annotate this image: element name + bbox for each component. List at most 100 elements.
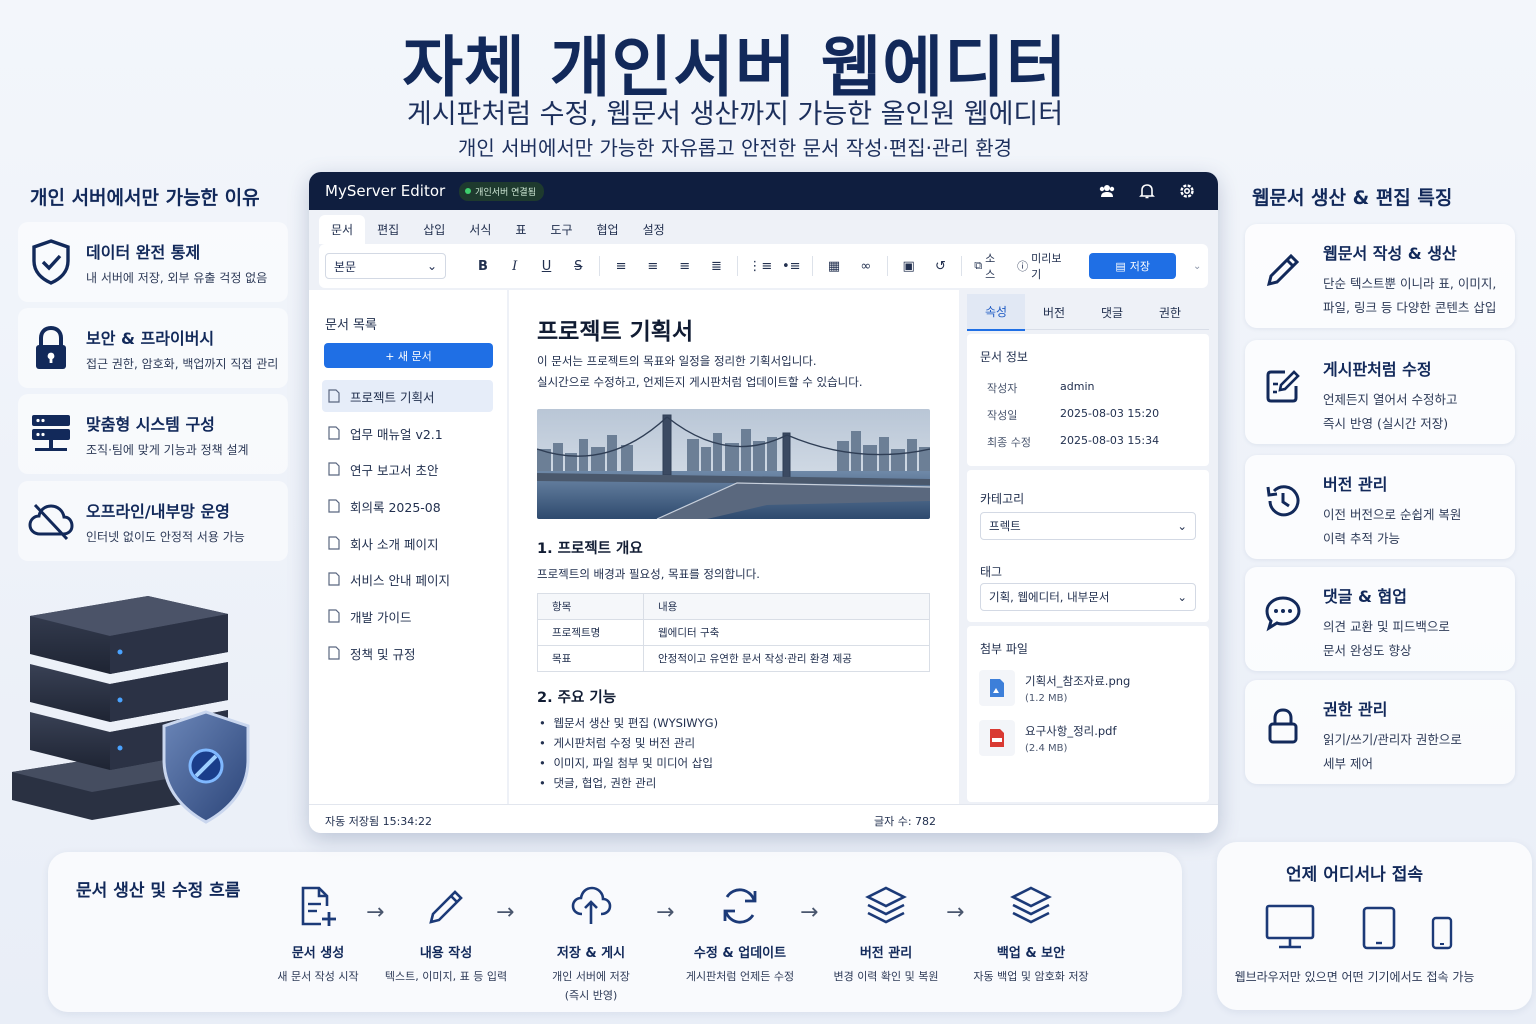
step-desc: 자동 백업 및 암호화 저장 bbox=[973, 970, 1089, 983]
reason-desc: 접근 권한, 암호화, 백업까지 직접 관리 bbox=[86, 356, 279, 371]
list-item: 웹문서 생산 및 편집 (WYSIWYG) bbox=[539, 713, 718, 733]
preview-button[interactable]: ⓘ 미리보기 bbox=[1017, 250, 1071, 282]
bell-icon[interactable] bbox=[1138, 182, 1156, 200]
editor-content-area[interactable]: 프로젝트 기획서 이 문서는 프로젝트의 목표와 일정을 정리한 기획서입니다.… bbox=[509, 290, 959, 804]
more-options-icon[interactable]: ⌄ bbox=[1186, 261, 1208, 272]
menu-item-table[interactable]: 표 bbox=[503, 215, 538, 244]
save-button[interactable]: ▤ 저장 bbox=[1089, 253, 1177, 279]
menu-item-settings[interactable]: 설정 bbox=[631, 215, 677, 244]
tag-select[interactable]: 기획, 웹에디터, 내부문서 ⌄ bbox=[980, 583, 1196, 611]
users-icon[interactable] bbox=[1098, 182, 1116, 200]
chevron-down-icon: ⌄ bbox=[426, 259, 438, 273]
italic-button[interactable]: I bbox=[504, 259, 526, 274]
document-item[interactable]: 서비스 안내 페이지 bbox=[322, 563, 493, 595]
chevron-down-icon: ⌄ bbox=[1177, 519, 1187, 533]
align-justify-icon[interactable]: ≣ bbox=[706, 259, 728, 274]
menu-item-tools[interactable]: 도구 bbox=[538, 215, 584, 244]
align-right-icon[interactable]: ≡ bbox=[674, 259, 696, 274]
bold-button[interactable]: B bbox=[472, 259, 494, 274]
feature-card-board-edit: 게시판처럼 수정 언제든지 열어서 수정하고 즉시 반영 (실시간 저장) bbox=[1245, 340, 1515, 444]
table-cell[interactable]: 프로젝트명 bbox=[537, 619, 644, 646]
attachments-title: 첨부 파일 bbox=[980, 642, 1028, 656]
link-icon[interactable]: ∞ bbox=[855, 259, 877, 274]
step-title: 백업 & 보안 bbox=[996, 946, 1066, 961]
step-desc: 텍스트, 이미지, 표 등 입력 bbox=[384, 970, 508, 983]
feature-desc: 단순 텍스트뿐 이니라 표, 이미지, 파일, 링크 등 다양한 콘텐츠 삽입 bbox=[1323, 276, 1497, 315]
list-item: 이미지, 파일 첨부 및 미디어 삽입 bbox=[539, 753, 718, 773]
access-anywhere-panel: 언제 어디서나 접속 웹브라우저만 있으면 어떤 기기에서도 접속 가능 bbox=[1217, 842, 1532, 1010]
table-cell[interactable]: 항목 bbox=[537, 593, 644, 620]
hero-subtitle: 게시판처럼 수정, 웹문서 생산까지 가능한 올인원 웹에디터 bbox=[406, 99, 1064, 130]
align-center-icon[interactable]: ≡ bbox=[642, 259, 664, 274]
refresh-icon bbox=[670, 884, 810, 930]
attachment-item[interactable]: 기획서_참조자료.png (1.2 MB) bbox=[979, 670, 1130, 706]
document-item[interactable]: 프로젝트 기획서 bbox=[322, 380, 493, 412]
menu-item-document[interactable]: 문서 bbox=[319, 214, 366, 244]
attachment-item[interactable]: 요구사항_정리.pdf (2.4 MB) bbox=[979, 720, 1117, 756]
bullet-list-icon[interactable]: •≡ bbox=[780, 259, 802, 274]
shield-check-icon bbox=[26, 237, 76, 287]
pdf-file-icon bbox=[979, 720, 1015, 756]
reason-card-data-control: 데이터 완전 통제 내 서버에 저장, 외부 유출 걱정 없음 bbox=[18, 222, 288, 302]
menu-item-format[interactable]: 서식 bbox=[457, 215, 503, 244]
document-item[interactable]: 회사 소개 페이지 bbox=[322, 527, 493, 559]
table-cell[interactable]: 웹에디터 구축 bbox=[643, 619, 930, 646]
new-document-button[interactable]: + 새 문서 bbox=[324, 343, 493, 368]
overview-table[interactable]: 항목 내용 프로젝트명 웹에디터 구축 목표 안정적이고 유연한 문서 작성·관리 환… bbox=[537, 593, 930, 672]
undo-icon[interactable]: ↺ bbox=[930, 259, 952, 274]
document-item[interactable]: 개발 가이드 bbox=[322, 600, 493, 632]
reason-desc: 조직·팀에 맞게 기능과 정책 설계 bbox=[86, 442, 249, 457]
toolbar-divider bbox=[599, 256, 601, 276]
paragraph-style-select[interactable]: 본문 ⌄ bbox=[325, 253, 447, 279]
tab-permissions[interactable]: 권한 bbox=[1141, 295, 1199, 330]
table-icon[interactable]: ▦ bbox=[823, 259, 845, 274]
flow-step-write: 내용 작성 텍스트, 이미지, 표 등 입력 bbox=[376, 884, 516, 986]
info-icon: ⓘ bbox=[1017, 260, 1029, 273]
tab-properties[interactable]: 속성 bbox=[967, 294, 1025, 331]
document-item[interactable]: 정책 및 규정 bbox=[322, 637, 493, 669]
list-item: 댓글, 협업, 권한 관리 bbox=[539, 773, 718, 793]
tablet-icon bbox=[1362, 906, 1396, 950]
underline-button[interactable]: U bbox=[536, 259, 558, 274]
numbered-list-icon[interactable]: ⋮≡ bbox=[748, 259, 772, 274]
gear-icon[interactable] bbox=[1178, 182, 1196, 200]
bridge-photo[interactable] bbox=[537, 409, 930, 519]
table-cell[interactable]: 목표 bbox=[537, 645, 644, 672]
step-title: 내용 작성 bbox=[419, 946, 473, 961]
attachment-name: 요구사항_정리.pdf bbox=[1025, 723, 1117, 738]
source-button[interactable]: ⧉ 소스 bbox=[974, 250, 1005, 282]
chat-icon bbox=[1263, 583, 1313, 671]
table-cell[interactable]: 안정적이고 유연한 문서 작성·관리 환경 제공 bbox=[643, 645, 930, 672]
access-title: 언제 어디서나 접속 bbox=[1286, 865, 1423, 885]
tab-comments[interactable]: 댓글 bbox=[1083, 295, 1141, 330]
category-select[interactable]: 프렉트 ⌄ bbox=[980, 512, 1196, 540]
flow-step-save: 저장 & 게시 개인 서버에 저장 (즉시 반영) bbox=[521, 884, 661, 1005]
align-left-icon[interactable]: ≡ bbox=[610, 259, 632, 274]
step-title: 저장 & 게시 bbox=[556, 946, 626, 961]
reason-desc: 인터넷 없이도 안정적 서용 가능 bbox=[86, 529, 245, 544]
save-icon: ▤ bbox=[1115, 259, 1126, 273]
created-row: 작성일 2025-08-03 15:20 bbox=[987, 407, 1160, 422]
feature-card-version: 버전 관리 이전 버전으로 순쉽게 복원 이력 추적 가능 bbox=[1245, 455, 1515, 559]
menu-item-edit[interactable]: 편집 bbox=[365, 215, 411, 244]
server-icon bbox=[26, 409, 76, 459]
menu-item-collab[interactable]: 협업 bbox=[585, 215, 631, 244]
flow-title: 문서 생산 및 수정 흐름 bbox=[76, 881, 241, 901]
file-icon bbox=[328, 609, 340, 623]
category-tag-box: 카테고리 프렉트 ⌄ 태그 기획, 웹에디터, 내부문서 ⌄ bbox=[967, 470, 1209, 622]
format-toolbar: 본문 ⌄ B I U S ≡ ≡ ≡ ≣ ⋮≡ •≡ ▦ ∞ ▣ ↺ ⧉ 소스 ⓘ 미… bbox=[319, 244, 1208, 288]
document-item[interactable]: 회의록 2025-08 bbox=[322, 490, 493, 522]
reason-card-security: 보안 & 프라이버시 접근 권한, 암호화, 백업까지 직접 관리 bbox=[18, 308, 288, 388]
document-item[interactable]: 업무 매뉴얼 v2.1 bbox=[322, 417, 493, 449]
menu-item-insert[interactable]: 삽입 bbox=[411, 215, 457, 244]
tab-versions[interactable]: 버전 bbox=[1025, 295, 1083, 330]
attachment-size: (2.4 MB) bbox=[1025, 742, 1068, 754]
intro-line-1: 이 문서는 프로젝트의 목표와 일정을 정리한 기획서입니다. bbox=[537, 354, 817, 368]
file-icon bbox=[328, 426, 340, 440]
table-cell[interactable]: 내용 bbox=[643, 593, 930, 620]
strikethrough-button[interactable]: S bbox=[567, 259, 589, 274]
file-icon bbox=[328, 646, 340, 660]
image-icon[interactable]: ▣ bbox=[898, 259, 920, 274]
document-item[interactable]: 연구 보고서 초안 bbox=[322, 453, 493, 485]
menu-bar: 문서 편집 삽입 서식 표 도구 협업 설정 bbox=[319, 214, 1208, 244]
